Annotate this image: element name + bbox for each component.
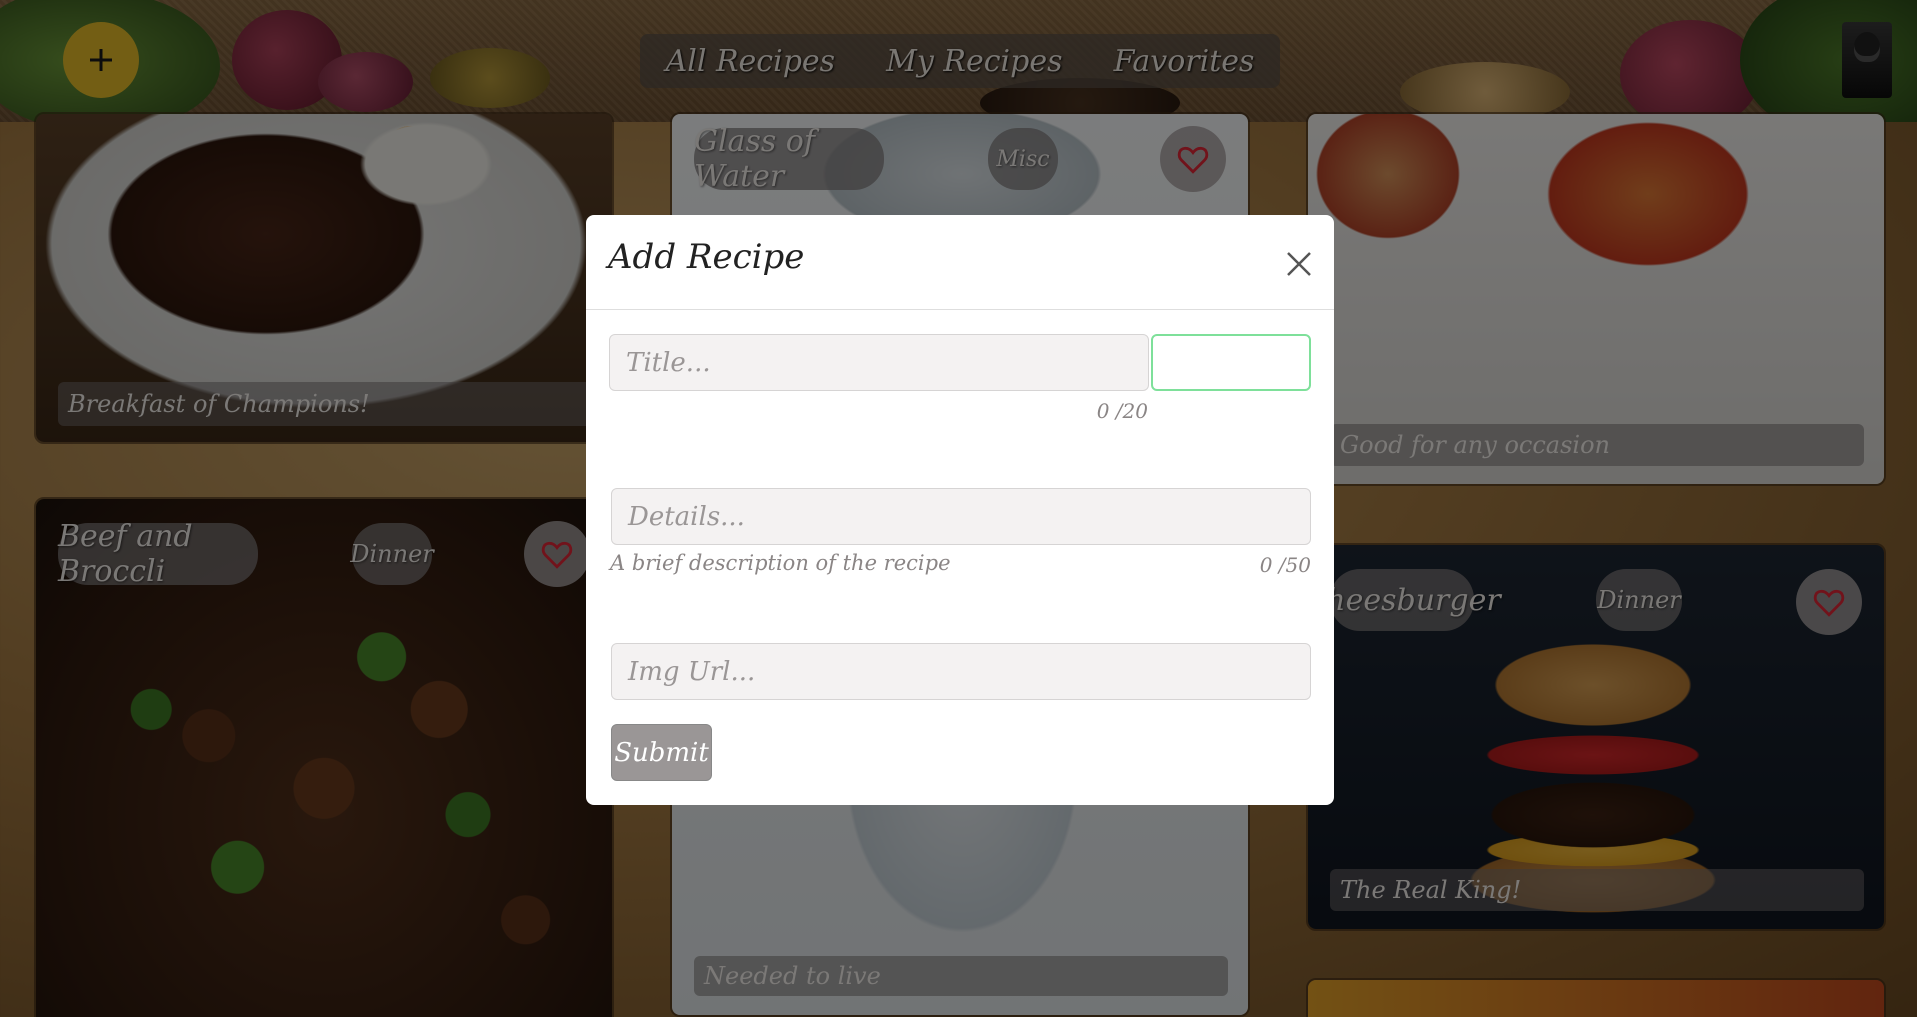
details-input[interactable]: Details... xyxy=(611,488,1311,545)
title-input[interactable]: Title... xyxy=(609,334,1149,391)
title-char-counter: 0 /20 xyxy=(1096,399,1148,423)
close-icon xyxy=(1287,252,1311,276)
modal-header: Add Recipe xyxy=(586,215,1334,310)
add-recipe-modal: Add Recipe Title... 0 /20 Details... A b… xyxy=(586,215,1334,805)
category-input[interactable] xyxy=(1151,334,1311,391)
img-url-input[interactable]: Img Url... xyxy=(611,643,1311,700)
modal-title: Add Recipe xyxy=(608,237,805,277)
details-char-counter: 0 /50 xyxy=(1259,553,1311,577)
details-hint: A brief description of the recipe xyxy=(610,551,951,575)
submit-button[interactable]: Submit xyxy=(611,724,712,781)
close-button[interactable] xyxy=(1280,245,1318,283)
